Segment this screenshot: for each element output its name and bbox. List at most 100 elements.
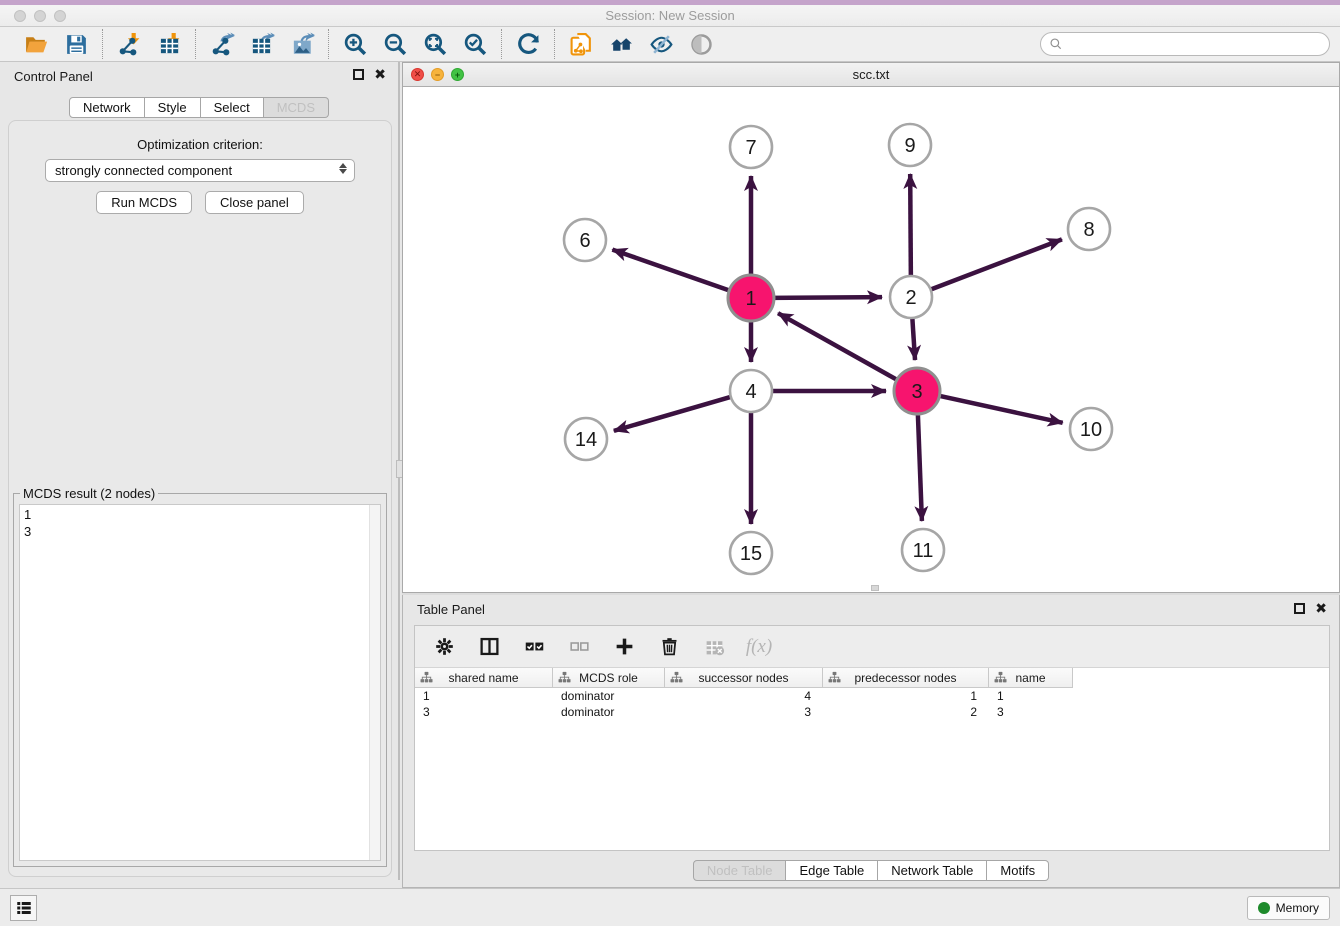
table-row[interactable]: 3dominator323 xyxy=(415,704,1329,720)
column-header-name[interactable]: name xyxy=(989,668,1073,688)
node-1[interactable]: 1 xyxy=(728,275,774,321)
node-15[interactable]: 15 xyxy=(730,532,772,574)
clone-network-button[interactable] xyxy=(568,31,594,57)
node-11[interactable]: 11 xyxy=(902,529,944,571)
node-6[interactable]: 6 xyxy=(564,219,606,261)
node-label-7: 7 xyxy=(745,137,756,159)
edge-1-6[interactable] xyxy=(612,250,731,292)
criterion-select[interactable]: strongly connected component xyxy=(45,159,355,182)
tab-select[interactable]: Select xyxy=(201,97,264,118)
add-row-button[interactable] xyxy=(611,634,637,660)
edge-2-3[interactable] xyxy=(912,316,915,360)
unselect-all-button[interactable] xyxy=(566,634,592,660)
refresh-icon xyxy=(516,32,541,57)
import-network-button[interactable] xyxy=(116,31,142,57)
node-table-container: f(x) shared nameMCDS rolesuccessor nodes… xyxy=(414,625,1330,851)
session-title: Session: New Session xyxy=(0,8,1340,23)
node-9[interactable]: 9 xyxy=(889,124,931,166)
column-header-MCDS-role[interactable]: MCDS role xyxy=(553,668,665,688)
edge-3-1[interactable] xyxy=(778,313,899,381)
node-7[interactable]: 7 xyxy=(730,126,772,168)
table-panel-title: Table Panel xyxy=(417,602,485,617)
node-label-8: 8 xyxy=(1083,219,1094,241)
zoom-out-button[interactable] xyxy=(382,31,408,57)
mcds-result-title: MCDS result (2 nodes) xyxy=(20,486,158,501)
tab-network[interactable]: Network xyxy=(69,97,145,118)
node-label-6: 6 xyxy=(579,230,590,252)
network-resize-handle[interactable] xyxy=(871,585,879,591)
node-8[interactable]: 8 xyxy=(1068,208,1110,250)
control-panel: Control Panel ✖ NetworkStyleSelectMCDS O… xyxy=(0,62,400,880)
table-tab-motifs[interactable]: Motifs xyxy=(987,860,1049,881)
edge-2-9[interactable] xyxy=(910,174,911,278)
memory-button[interactable]: Memory xyxy=(1247,896,1330,920)
table-row[interactable]: 1dominator411 xyxy=(415,688,1329,704)
export-image-button[interactable] xyxy=(289,31,315,57)
close-table-panel-icon[interactable]: ✖ xyxy=(1315,601,1327,615)
node-10[interactable]: 10 xyxy=(1070,408,1112,450)
zoom-in-button[interactable] xyxy=(342,31,368,57)
gear-button[interactable] xyxy=(431,634,457,660)
close-panel-icon[interactable]: ✖ xyxy=(374,67,386,81)
column-header-predecessor-nodes[interactable]: predecessor nodes xyxy=(823,668,989,688)
save-button[interactable] xyxy=(63,31,89,57)
search-box[interactable] xyxy=(1040,32,1330,56)
select-all-button[interactable] xyxy=(521,634,547,660)
float-table-panel-icon[interactable] xyxy=(1294,603,1305,614)
table-tab-node-table[interactable]: Node Table xyxy=(693,860,787,881)
import-table-button[interactable] xyxy=(156,31,182,57)
float-panel-icon[interactable] xyxy=(353,69,364,80)
gear-icon xyxy=(434,636,455,657)
mcds-result-text[interactable]: 1 3 xyxy=(20,505,368,860)
node-2[interactable]: 2 xyxy=(890,276,932,318)
column-label: predecessor nodes xyxy=(854,671,956,685)
table-tab-edge-table[interactable]: Edge Table xyxy=(786,860,878,881)
delete-column-button[interactable] xyxy=(701,634,727,660)
import-table-icon xyxy=(157,32,182,57)
edge-3-10[interactable] xyxy=(938,395,1063,422)
node-label-15: 15 xyxy=(740,543,762,565)
edge-4-14[interactable] xyxy=(614,396,733,431)
main-toolbar xyxy=(0,27,1340,62)
zoom-selected-icon xyxy=(463,32,488,57)
mcds-panel: Optimization criterion: strongly connect… xyxy=(8,120,392,877)
zoom-fit-icon xyxy=(423,32,448,57)
tab-mcds[interactable]: MCDS xyxy=(264,97,329,118)
network-overview-button[interactable] xyxy=(608,31,634,57)
edge-3-11[interactable] xyxy=(918,412,922,521)
edge-1-2[interactable] xyxy=(772,297,882,298)
split-table-button[interactable] xyxy=(476,634,502,660)
export-network-icon xyxy=(210,32,235,57)
close-panel-button[interactable]: Close panel xyxy=(205,191,304,214)
result-scrollbar[interactable] xyxy=(369,505,380,860)
network-graph[interactable]: 7 9 6 8 1 2 4 3 14 10 15 11 xyxy=(403,87,1339,593)
network-overview-icon xyxy=(609,32,634,57)
node-3[interactable]: 3 xyxy=(894,368,940,414)
zoom-selected-button[interactable] xyxy=(462,31,488,57)
export-network-button[interactable] xyxy=(209,31,235,57)
zoom-fit-button[interactable] xyxy=(422,31,448,57)
node-14[interactable]: 14 xyxy=(565,418,607,460)
search-input[interactable] xyxy=(1063,34,1329,54)
export-table-button[interactable] xyxy=(249,31,275,57)
node-4[interactable]: 4 xyxy=(730,370,772,412)
node-label-11: 11 xyxy=(913,540,934,562)
network-canvas[interactable]: 7 9 6 8 1 2 4 3 14 10 15 11 xyxy=(403,87,1339,592)
save-icon xyxy=(64,32,89,57)
task-history-button[interactable] xyxy=(10,895,37,921)
run-mcds-button[interactable]: Run MCDS xyxy=(96,191,192,214)
tab-style[interactable]: Style xyxy=(145,97,201,118)
export-table-icon xyxy=(250,32,275,57)
function-builder-button[interactable]: f(x) xyxy=(746,634,772,660)
refresh-button[interactable] xyxy=(515,31,541,57)
table-panel-header: Table Panel ✖ xyxy=(403,595,1339,621)
trash-button[interactable] xyxy=(656,634,682,660)
birdseye-button[interactable] xyxy=(688,31,714,57)
edge-2-8[interactable] xyxy=(929,239,1062,290)
table-tab-network-table[interactable]: Network Table xyxy=(878,860,987,881)
column-header-shared-name[interactable]: shared name xyxy=(415,668,553,688)
column-header-successor-nodes[interactable]: successor nodes xyxy=(665,668,823,688)
toggle-details-button[interactable] xyxy=(648,31,674,57)
open-folder-button[interactable] xyxy=(23,31,49,57)
delete-column-icon xyxy=(704,636,725,657)
